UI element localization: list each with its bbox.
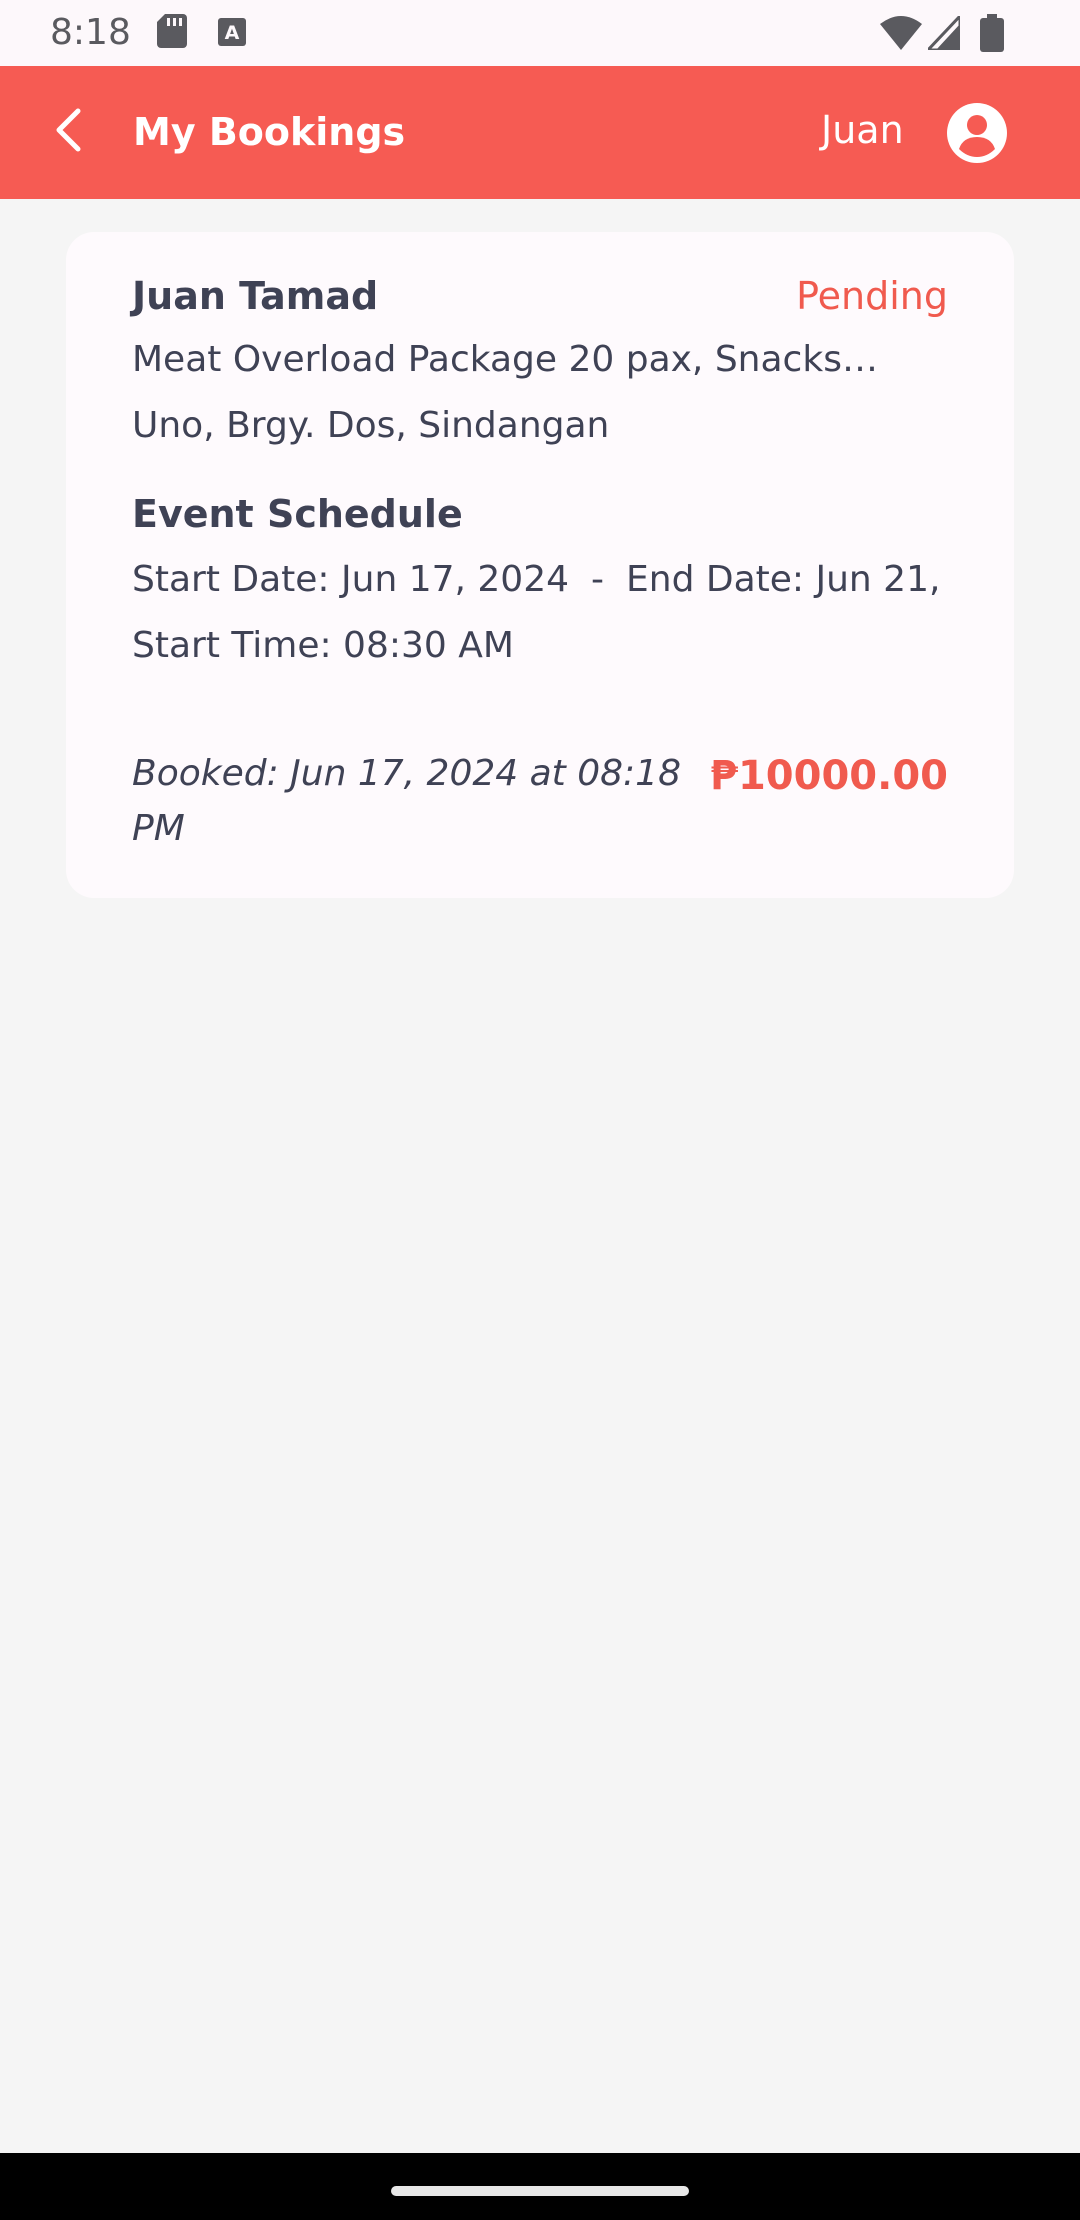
start-date: Start Date: Jun 17, 2024 [132,559,570,600]
schedule-heading: Event Schedule [132,492,463,536]
package-description: Meat Overload Package 20 pax, Snacks… [132,339,878,380]
status-bar: 8:18 A [0,0,1080,66]
sd-card-icon [157,14,187,52]
app-bar: My Bookings Juan [0,66,1080,199]
end-date: End Date: Jun 21, [626,559,941,600]
page-title: My Bookings [133,110,406,154]
start-time: Start Time: 08:30 AM [132,625,514,666]
status-time: 8:18 [50,12,131,53]
event-dates: Start Date: Jun 17, 2024- End Date: Jun 2… [132,552,948,608]
battery-icon [980,14,1004,56]
account-circle-icon[interactable] [946,102,1008,164]
booking-card[interactable]: Juan Tamad Pending Meat Overload Package… [66,232,1014,898]
user-name[interactable]: Juan [821,100,904,160]
svg-text:A: A [225,22,240,44]
status-badge: Pending [796,274,948,318]
customer-name: Juan Tamad [132,274,379,318]
date-separator: - [591,559,605,600]
home-handle[interactable] [391,2186,689,2196]
wifi-icon [880,16,922,54]
booked-timestamp: Booked: Jun 17, 2024 at 08:18 PM [132,753,681,849]
chevron-left-icon [53,107,83,157]
booking-price: ₱10000.00 [710,753,948,799]
event-address: Uno, Brgy. Dos, Sindangan [132,405,610,446]
back-button[interactable] [38,102,98,162]
signal-icon [924,12,962,54]
system-nav-bar [0,2153,1080,2220]
keyboard-a-icon: A [218,18,246,50]
